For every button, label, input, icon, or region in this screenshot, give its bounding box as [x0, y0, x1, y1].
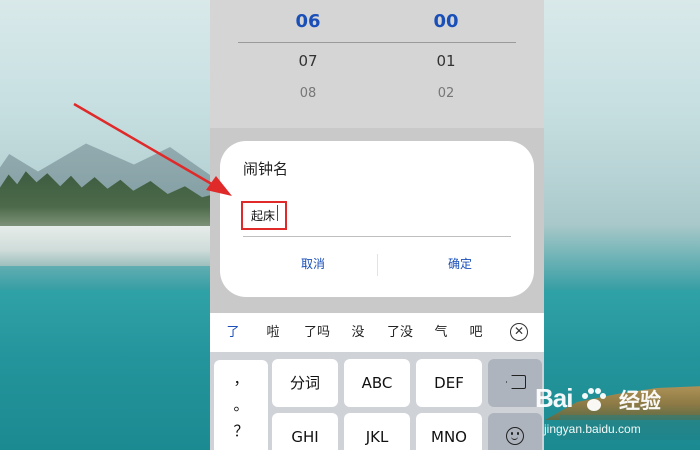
- hour-selected[interactable]: 06: [248, 10, 368, 34]
- watermark-brand: Bai: [535, 383, 573, 413]
- baidu-jingyan-watermark: Bai 经验 jingyan.baidu.com: [535, 383, 700, 450]
- alarm-name-input[interactable]: 起床: [241, 199, 511, 237]
- cancel-button[interactable]: 取消: [253, 254, 373, 274]
- watermark-brand-tail: 经验: [619, 389, 661, 413]
- emoji-icon: [506, 427, 524, 445]
- hour-next2[interactable]: 08: [248, 84, 368, 104]
- key-mno[interactable]: MNO: [416, 413, 482, 450]
- confirm-button[interactable]: 确定: [400, 254, 520, 274]
- emoji-key[interactable]: [488, 413, 542, 450]
- punct-period[interactable]: 。: [214, 394, 268, 416]
- hour-next[interactable]: 07: [248, 50, 368, 72]
- dialog-title: 闹钟名: [243, 160, 289, 178]
- key-abc[interactable]: ABC: [344, 359, 410, 407]
- candidate-item[interactable]: 了没: [384, 313, 416, 352]
- minute-next[interactable]: 01: [386, 50, 506, 72]
- candidate-item[interactable]: 啦: [264, 313, 282, 352]
- key-ghi[interactable]: GHI: [272, 413, 338, 450]
- text-caret: [277, 205, 278, 221]
- picker-divider: [238, 42, 516, 43]
- punct-question[interactable]: ？: [214, 420, 268, 442]
- minute-next2[interactable]: 02: [386, 84, 506, 104]
- key-fenci[interactable]: 分词: [272, 359, 338, 407]
- input-value: 起床: [251, 209, 276, 223]
- candidate-item[interactable]: 没: [349, 313, 367, 352]
- button-divider: [377, 254, 378, 276]
- punct-comma[interactable]: ，: [214, 368, 268, 390]
- punctuation-column[interactable]: ， 。 ？: [214, 360, 268, 450]
- candidate-item[interactable]: 吧: [467, 313, 485, 352]
- time-picker[interactable]: 06 07 08 00 01 02: [210, 0, 544, 128]
- ime-keyboard: ， 。 ？ 分词 ABC DEF GHI JKL MNO: [210, 352, 544, 450]
- watermark-url: jingyan.baidu.com: [544, 422, 641, 436]
- candidate-item[interactable]: 了: [224, 313, 242, 352]
- backspace-key[interactable]: [488, 359, 542, 407]
- alarm-name-dialog: 闹钟名 起床 取消 确定: [220, 141, 534, 297]
- paw-icon: [582, 388, 606, 411]
- candidate-item[interactable]: 气: [432, 313, 450, 352]
- key-jkl[interactable]: JKL: [344, 413, 410, 450]
- backspace-icon: [506, 375, 526, 389]
- beach: [0, 226, 215, 266]
- key-def[interactable]: DEF: [416, 359, 482, 407]
- close-circle-icon[interactable]: ✕: [510, 323, 528, 341]
- candidate-item[interactable]: 了吗: [301, 313, 333, 352]
- minute-selected[interactable]: 00: [386, 10, 506, 34]
- candidate-bar: 了 啦 了吗 没 了没 气 吧 ✕: [210, 313, 544, 352]
- phone-screen: 06 07 08 00 01 02 闹钟名 起床 取消 确定 了 啦 了吗 没 …: [210, 0, 544, 450]
